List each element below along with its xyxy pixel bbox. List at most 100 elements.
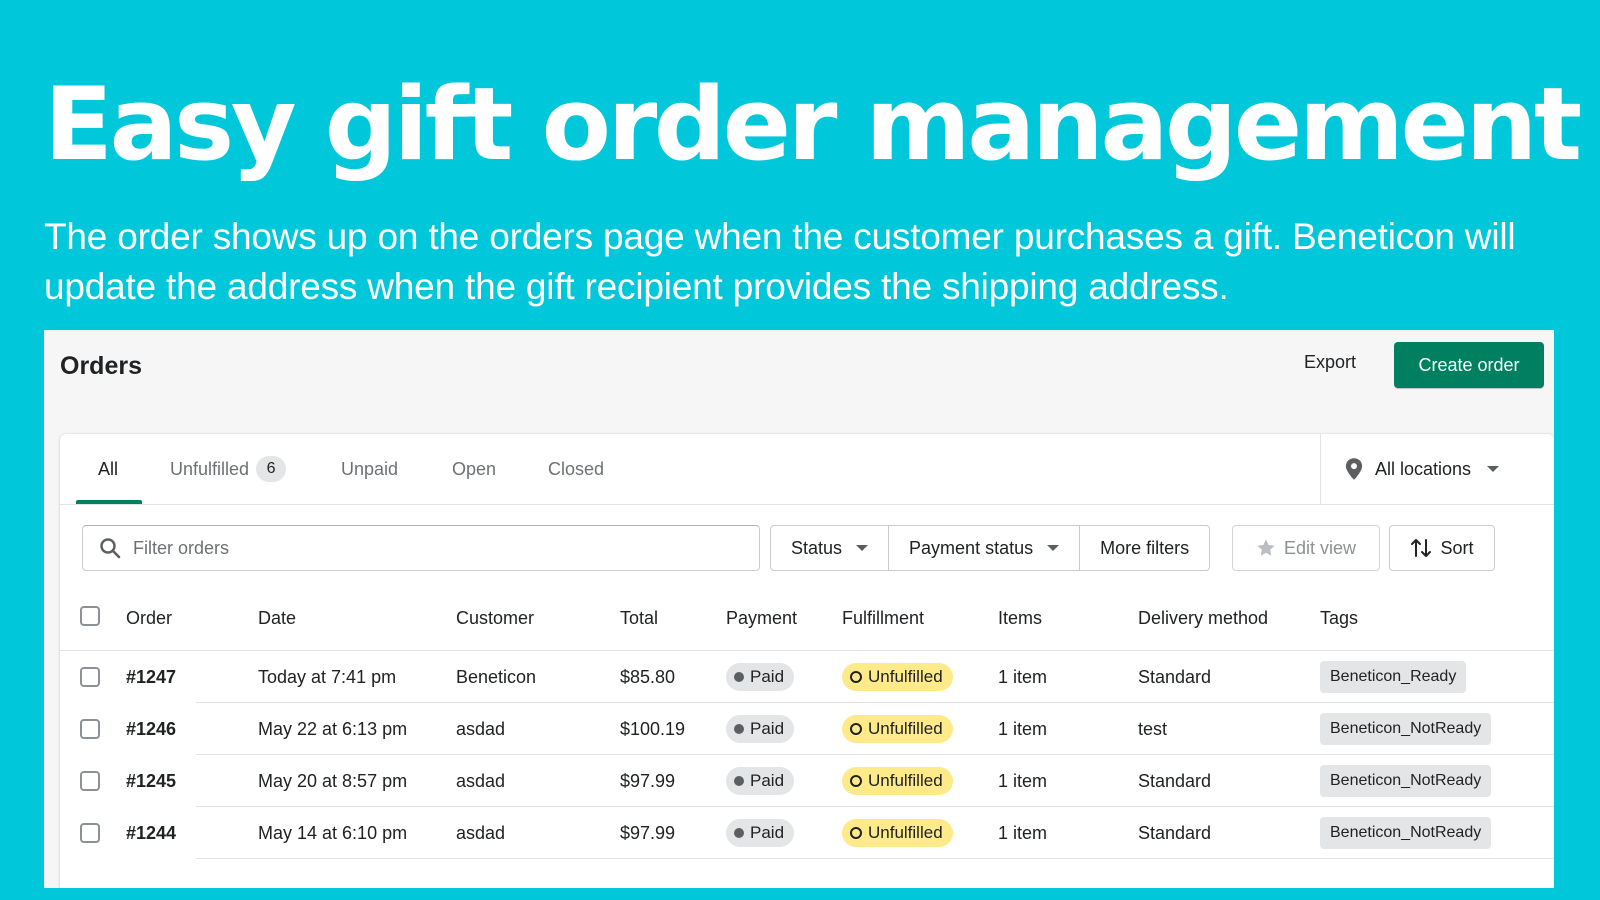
- unfulfilled-ring-icon: [850, 671, 862, 683]
- order-number[interactable]: #1247: [126, 667, 176, 688]
- column-header-total[interactable]: Total: [620, 608, 658, 629]
- orders-panel: Orders Export Create order All Unfulfill…: [44, 330, 1554, 888]
- chevron-down-icon: [1487, 466, 1500, 472]
- fulfillment-status-badge: Unfulfilled: [842, 767, 953, 795]
- select-all-checkbox[interactable]: [80, 606, 100, 626]
- edit-view-button[interactable]: Edit view: [1232, 525, 1380, 571]
- payment-status-label: Paid: [750, 667, 785, 686]
- order-total: $97.99: [620, 771, 676, 791]
- tab-closed[interactable]: Closed: [548, 434, 604, 504]
- payment-status-filter-button[interactable]: Payment status: [888, 526, 1079, 570]
- order-customer: asdad: [456, 823, 506, 843]
- sort-button[interactable]: Sort: [1389, 525, 1495, 571]
- order-customer: asdad: [456, 719, 506, 739]
- order-customer: asdad: [456, 771, 506, 791]
- order-total: $85.80: [620, 667, 676, 687]
- order-delivery-method: test: [1138, 719, 1168, 739]
- order-total: $100.19: [620, 719, 686, 739]
- location-pin-icon: [1345, 458, 1363, 480]
- fulfillment-status-badge: Unfulfilled: [842, 819, 953, 847]
- order-delivery-method: Standard: [1138, 771, 1212, 791]
- fulfillment-status-label: Unfulfilled: [868, 719, 943, 738]
- hero-title: Easy gift order management: [44, 65, 1582, 183]
- payment-status-badge: Paid: [726, 767, 795, 795]
- order-date: May 22 at 6:13 pm: [258, 719, 408, 739]
- chevron-down-icon: [1047, 545, 1060, 551]
- column-header-fulfillment[interactable]: Fulfillment: [842, 608, 924, 629]
- order-number[interactable]: #1244: [126, 823, 176, 844]
- order-tag: Beneticon_NotReady: [1320, 765, 1492, 797]
- column-header-delivery-method[interactable]: Delivery method: [1138, 608, 1268, 629]
- row-checkbox[interactable]: [80, 667, 100, 687]
- order-customer: Beneticon: [456, 667, 537, 687]
- table-row[interactable]: #1246 May 22 at 6:13 pm asdad $100.19 Pa…: [60, 703, 1554, 755]
- paid-dot-icon: [734, 776, 744, 786]
- tab-unfulfilled-label: Unfulfilled: [170, 458, 250, 479]
- order-tag: Beneticon_Ready: [1320, 661, 1467, 693]
- column-header-items[interactable]: Items: [998, 608, 1042, 629]
- order-date: Today at 7:41 pm: [258, 667, 397, 687]
- more-filters-button[interactable]: More filters: [1079, 526, 1209, 570]
- column-header-payment[interactable]: Payment: [726, 608, 797, 629]
- star-icon: [1257, 539, 1275, 556]
- row-checkbox[interactable]: [80, 719, 100, 739]
- status-filter-button[interactable]: Status: [771, 526, 888, 570]
- fulfillment-status-label: Unfulfilled: [868, 667, 943, 686]
- table-row[interactable]: #1244 May 14 at 6:10 pm asdad $97.99 Pai…: [60, 807, 1554, 859]
- paid-dot-icon: [734, 672, 744, 682]
- row-checkbox[interactable]: [80, 823, 100, 843]
- order-items: 1 item: [998, 771, 1048, 791]
- order-items: 1 item: [998, 823, 1048, 843]
- row-checkbox[interactable]: [80, 771, 100, 791]
- order-tag: Beneticon_NotReady: [1320, 817, 1492, 849]
- unfulfilled-ring-icon: [850, 775, 862, 787]
- table-row[interactable]: #1247 Today at 7:41 pm Beneticon $85.80 …: [60, 651, 1554, 703]
- page-title: Orders: [60, 352, 142, 380]
- orders-card: All Unfulfilled 6 Unpaid Open Closed All…: [60, 434, 1554, 888]
- payment-status-filter-label: Payment status: [909, 537, 1034, 558]
- active-tab-indicator: [76, 500, 142, 504]
- table-row[interactable]: #1245 May 20 at 8:57 pm asdad $97.99 Pai…: [60, 755, 1554, 807]
- filter-button-group: Status Payment status More filters: [770, 525, 1211, 571]
- chevron-down-icon: [856, 545, 869, 551]
- sort-label: Sort: [1440, 537, 1474, 558]
- order-total: $97.99: [620, 823, 676, 843]
- order-delivery-method: Standard: [1138, 823, 1212, 843]
- fulfillment-status-label: Unfulfilled: [868, 771, 943, 790]
- status-filter-label: Status: [791, 537, 843, 558]
- unfulfilled-ring-icon: [850, 723, 862, 735]
- row-divider: [196, 858, 1554, 859]
- column-header-date[interactable]: Date: [258, 608, 296, 629]
- locations-dropdown[interactable]: All locations: [1320, 434, 1554, 505]
- order-delivery-method: Standard: [1138, 667, 1212, 687]
- paid-dot-icon: [734, 724, 744, 734]
- unfulfilled-count-badge: 6: [256, 456, 287, 482]
- column-header-order[interactable]: Order: [126, 608, 172, 629]
- column-header-customer[interactable]: Customer: [456, 608, 534, 629]
- paid-dot-icon: [734, 828, 744, 838]
- order-tag: Beneticon_NotReady: [1320, 713, 1492, 745]
- payment-status-label: Paid: [750, 719, 785, 738]
- hero-subtitle: The order shows up on the orders page wh…: [44, 216, 1516, 307]
- search-placeholder: Filter orders: [133, 537, 230, 558]
- locations-label: All locations: [1375, 458, 1472, 479]
- unfulfilled-ring-icon: [850, 827, 862, 839]
- sort-icon: [1411, 539, 1432, 557]
- order-tabs: All Unfulfilled 6 Unpaid Open Closed: [60, 434, 1320, 505]
- tab-all[interactable]: All: [98, 434, 118, 504]
- tab-unfulfilled[interactable]: Unfulfilled 6: [170, 434, 287, 504]
- tab-open[interactable]: Open: [452, 434, 496, 504]
- order-date: May 14 at 6:10 pm: [258, 823, 408, 843]
- export-button[interactable]: Export: [1294, 348, 1366, 377]
- create-order-button[interactable]: Create order: [1394, 342, 1544, 388]
- fulfillment-status-badge: Unfulfilled: [842, 715, 953, 743]
- fulfillment-status-label: Unfulfilled: [868, 823, 943, 842]
- tab-unpaid[interactable]: Unpaid: [341, 434, 398, 504]
- order-number[interactable]: #1245: [126, 771, 176, 792]
- order-date: May 20 at 8:57 pm: [258, 771, 408, 791]
- search-icon: [100, 538, 121, 559]
- column-header-tags[interactable]: Tags: [1320, 608, 1358, 629]
- order-number[interactable]: #1246: [126, 719, 176, 740]
- order-items: 1 item: [998, 667, 1048, 687]
- filter-orders-input[interactable]: Filter orders: [82, 525, 760, 571]
